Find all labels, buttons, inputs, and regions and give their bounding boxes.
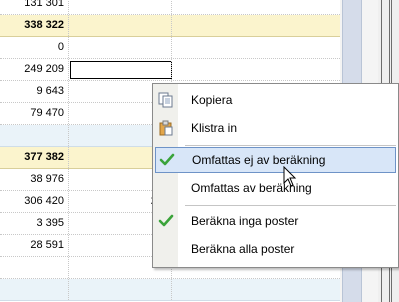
- option-cell[interactable]: [171, 279, 340, 300]
- menu-item-exclude-from-calculation[interactable]: Omfattas ej av beräkning: [155, 147, 396, 173]
- menu-item-label: Beräkna alla poster: [191, 242, 295, 256]
- table-row[interactable]: 131 301: [0, 0, 381, 15]
- amount-cell: [0, 125, 67, 146]
- table-row[interactable]: 0: [0, 37, 381, 59]
- menu-item-label: Omfattas ej av beräkning: [192, 153, 326, 167]
- menu-item-paste[interactable]: Klistra in: [153, 115, 398, 141]
- checkmark-icon: [159, 152, 175, 168]
- amount-cell: 38 976: [30, 173, 64, 185]
- option-cell[interactable]: [171, 15, 340, 36]
- option-cell[interactable]: [171, 0, 381, 14]
- amount-cell: 377 382: [24, 151, 64, 163]
- checkmark-icon: [158, 213, 174, 229]
- menu-item-copy[interactable]: Kopiera: [153, 87, 398, 113]
- value-cell[interactable]: [68, 15, 170, 36]
- value-cell[interactable]: [68, 0, 170, 14]
- amount-cell: 3 395: [36, 217, 64, 229]
- menu-item-label: Klistra in: [191, 121, 238, 135]
- context-menu: Kopiera Klistra in Omfattas ej av beräkn…: [152, 83, 399, 268]
- menu-item-include-in-calculation[interactable]: Omfattas av beräkning: [153, 175, 398, 201]
- amount-cell: 306 420: [24, 195, 64, 207]
- menu-item-label: Kopiera: [191, 93, 233, 107]
- group-separator-row[interactable]: [0, 279, 340, 301]
- menu-separator: [185, 145, 396, 146]
- paste-icon: [158, 120, 174, 136]
- amount-cell: 249 209: [24, 63, 64, 75]
- amount-cell: [0, 257, 67, 278]
- amount-cell: 0: [57, 41, 64, 53]
- value-cell[interactable]: [68, 279, 170, 300]
- menu-item-calculate-all-posts[interactable]: Beräkna alla poster: [153, 236, 398, 262]
- option-cell[interactable]: [171, 59, 381, 80]
- menu-item-label: Beräkna inga poster: [191, 214, 299, 228]
- value-cell[interactable]: [68, 37, 170, 58]
- menu-item-calculate-no-posts[interactable]: Beräkna inga poster: [153, 208, 398, 234]
- mouse-cursor-icon: [283, 166, 297, 187]
- menu-separator: [185, 205, 396, 206]
- value-cell[interactable]: [68, 59, 172, 80]
- amount-cell: 79 470: [30, 107, 64, 119]
- amount-cell: 28 591: [30, 239, 64, 251]
- amount-cell: [0, 279, 67, 300]
- copy-icon: [158, 92, 174, 108]
- amount-cell: 131 301: [24, 0, 64, 9]
- table-row[interactable]: 249 209: [0, 59, 381, 81]
- amount-cell: 338 322: [24, 19, 64, 31]
- group-total-row[interactable]: 338 322: [0, 15, 340, 37]
- cell-editor-input[interactable]: [70, 61, 172, 79]
- option-cell[interactable]: [171, 37, 381, 58]
- amount-cell: 9 643: [36, 85, 64, 97]
